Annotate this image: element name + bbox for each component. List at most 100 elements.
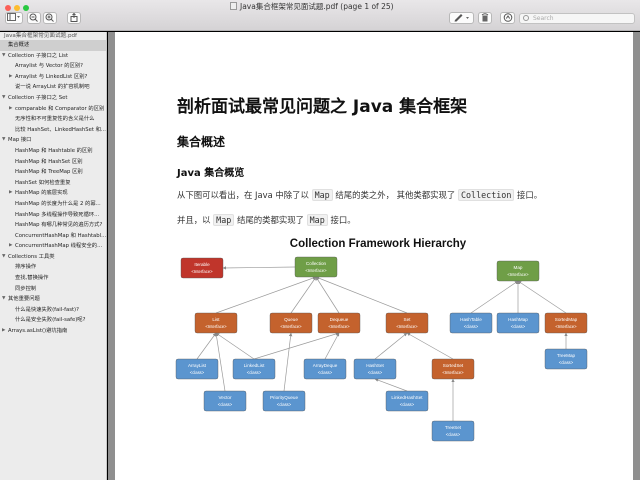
outline-item[interactable]: ▼ 其他重要问题: [0, 294, 106, 305]
outline-item[interactable]: HashMap 多线程操作导致死循环...: [0, 210, 106, 221]
close-window-button[interactable]: [5, 5, 11, 11]
section-heading: 集合概述: [177, 135, 226, 149]
outline-item[interactable]: 查找,替换操作: [0, 273, 106, 284]
outline-item[interactable]: HashMap 有哪几种常见的遍历方式?: [0, 220, 106, 231]
annotate-button[interactable]: [500, 12, 515, 24]
document-viewer[interactable]: 剖析面试最常见问题之 Java 集合框架 集合概述 Java 集合概览 从下图可…: [108, 32, 640, 480]
arraylist-node: [175, 358, 219, 380]
inheritance-arrow: [253, 332, 340, 360]
disclosure-open-icon[interactable]: ▼: [2, 135, 5, 146]
outline-item[interactable]: ▶ Arrays.asList()避坑指南: [0, 326, 106, 337]
outline-item-label: Arraylist 与 LinkedList 区别?: [15, 73, 88, 80]
outline-item[interactable]: ConcurrentHashMap 和 Hashtabl...: [0, 231, 106, 242]
inline-code: Map: [311, 189, 333, 201]
outline-item[interactable]: HashSet 如何检查重复: [0, 178, 106, 189]
outline-item[interactable]: ▼ Collection 子接口之 List: [0, 51, 106, 62]
outline-item[interactable]: 什么是安全失败(fail-safe)呢?: [0, 315, 106, 326]
node-type: <class>: [511, 324, 526, 329]
paragraph-text: 接口。: [514, 190, 543, 200]
outline-item[interactable]: ▶ ConcurrentHashMap 线程安全的...: [0, 241, 106, 252]
arraydeque-node: [303, 358, 347, 380]
node-name: LinkedHashSet: [391, 395, 423, 400]
disclosure-closed-icon[interactable]: ▶: [9, 188, 12, 199]
node-type: <Interface>: [442, 370, 464, 375]
node-type: <Interface>: [396, 324, 418, 329]
outline-item[interactable]: HashMap 和 Hashtable 的区别: [0, 146, 106, 157]
paragraph-1: 从下图可以看出，在 Java 中除了以 Map 结尾的类之外， 其他类都实现了 …: [177, 189, 542, 201]
disclosure-open-icon[interactable]: ▼: [2, 252, 5, 263]
paragraph-text: 从下图可以看出，在 Java 中除了以: [177, 190, 312, 200]
node-name: PriorityQueue: [270, 395, 299, 400]
search-field[interactable]: Search: [519, 13, 635, 24]
outline-item-label: 其他重要问题: [8, 296, 40, 303]
pdf-document-icon: [230, 2, 237, 10]
outline-item-label: HashMap 和 HashSet 区别: [15, 158, 83, 165]
share-button[interactable]: [67, 12, 81, 24]
outline-item[interactable]: ▼ Map 接口: [0, 135, 106, 146]
outline-item[interactable]: 同步控制: [0, 284, 106, 295]
inheritance-arrow: [315, 276, 408, 314]
outline-item[interactable]: 无序性和不可重复性的含义是什么: [0, 114, 106, 125]
outline-item[interactable]: ▼ Collection 子接口之 Set: [0, 93, 106, 104]
node-type: <class>: [318, 370, 333, 375]
outline-item-label: ConcurrentHashMap 和 Hashtabl...: [15, 232, 106, 239]
outline-item-label: Collection 子接口之 List: [8, 52, 69, 59]
disclosure-closed-icon[interactable]: ▶: [9, 72, 12, 83]
outline-item[interactable]: 集合概述: [0, 40, 106, 51]
hashmap-node: [496, 312, 540, 334]
outline-item[interactable]: HashMap 和 TreeMap 区别: [0, 167, 106, 178]
node-name: ArrayList: [188, 363, 207, 368]
zoom-out-icon: [29, 13, 38, 22]
disclosure-closed-icon[interactable]: ▶: [9, 104, 12, 115]
outline-item[interactable]: 什么是快速失败(fail-fast)?: [0, 305, 106, 316]
outline-item[interactable]: ▶ comparable 和 Comparator 的区别: [0, 104, 106, 115]
node-type: <class>: [247, 370, 262, 375]
inline-code: Map: [213, 214, 235, 226]
diagram-title: Collection Framework Hierarchy: [290, 238, 467, 250]
outline-item[interactable]: 比较 HashSet、LinkedHashSet 和...: [0, 125, 106, 136]
outline-item[interactable]: ▶ Arraylist 与 LinkedList 区别?: [0, 72, 106, 83]
outline-item[interactable]: HashMap 和 HashSet 区别: [0, 157, 106, 168]
zoom-window-button[interactable]: [23, 5, 29, 11]
node-name: Map: [514, 265, 523, 270]
minimize-window-button[interactable]: [14, 5, 20, 11]
inheritance-arrow: [215, 332, 255, 360]
outline-item[interactable]: 说一说 ArrayList 的扩容机制吧: [0, 82, 106, 93]
outline-item[interactable]: 排序操作: [0, 262, 106, 273]
outline-item-label: 同步控制: [15, 285, 37, 292]
disclosure-open-icon[interactable]: ▼: [2, 51, 5, 62]
node-name: Set: [404, 317, 412, 322]
disclosure-open-icon[interactable]: ▼: [2, 294, 5, 305]
outline-item[interactable]: Arraylist 与 Vector 的区别?: [0, 61, 106, 72]
node-name: TreeMap: [557, 353, 576, 358]
outline-item[interactable]: HashMap 的长度为什么是 2 的幂...: [0, 199, 106, 210]
outline-sidebar: Java集合框架常见面试题.pdf 集合概述 ▼ Collection 子接口之 L…: [0, 32, 107, 480]
rotate-button[interactable]: [478, 12, 492, 24]
outline-item-label: HashMap 和 Hashtable 的区别: [15, 147, 93, 154]
node-name: ArrayDeque: [313, 363, 338, 368]
dequeue-node: [317, 312, 361, 334]
outline-item-label: Collection 子接口之 Set: [8, 94, 68, 101]
zoom-in-button[interactable]: [43, 12, 57, 24]
outline-item-label: Arraylist 与 Vector 的区别?: [15, 63, 83, 70]
node-type: <Interface>: [328, 324, 350, 329]
disclosure-closed-icon[interactable]: ▶: [9, 241, 12, 252]
outline-item[interactable]: ▼ Collections 工具类: [0, 252, 106, 263]
subsection-heading: Java 集合概览: [177, 168, 245, 179]
markup-pen-button[interactable]: [449, 12, 474, 24]
node-name: LinkedList: [244, 363, 265, 368]
outline-item-label: HashMap 的底层实现: [15, 190, 68, 197]
disclosure-closed-icon[interactable]: ▶: [2, 326, 5, 337]
outline-item[interactable]: ▶ HashMap 的底层实现: [0, 188, 106, 199]
sidebar-toggle-button[interactable]: [5, 12, 23, 24]
node-name: List: [212, 317, 220, 322]
outline-item-label: 排序操作: [15, 264, 37, 271]
node-type: <Interface>: [280, 324, 302, 329]
inheritance-arrow: [374, 332, 408, 360]
disclosure-open-icon[interactable]: ▼: [2, 93, 5, 104]
node-type: <class>: [400, 402, 415, 407]
hashset-node: [353, 358, 397, 380]
zoom-out-button[interactable]: [27, 12, 41, 24]
node-type: <class>: [190, 370, 205, 375]
linkedhashset-node: [385, 390, 429, 412]
